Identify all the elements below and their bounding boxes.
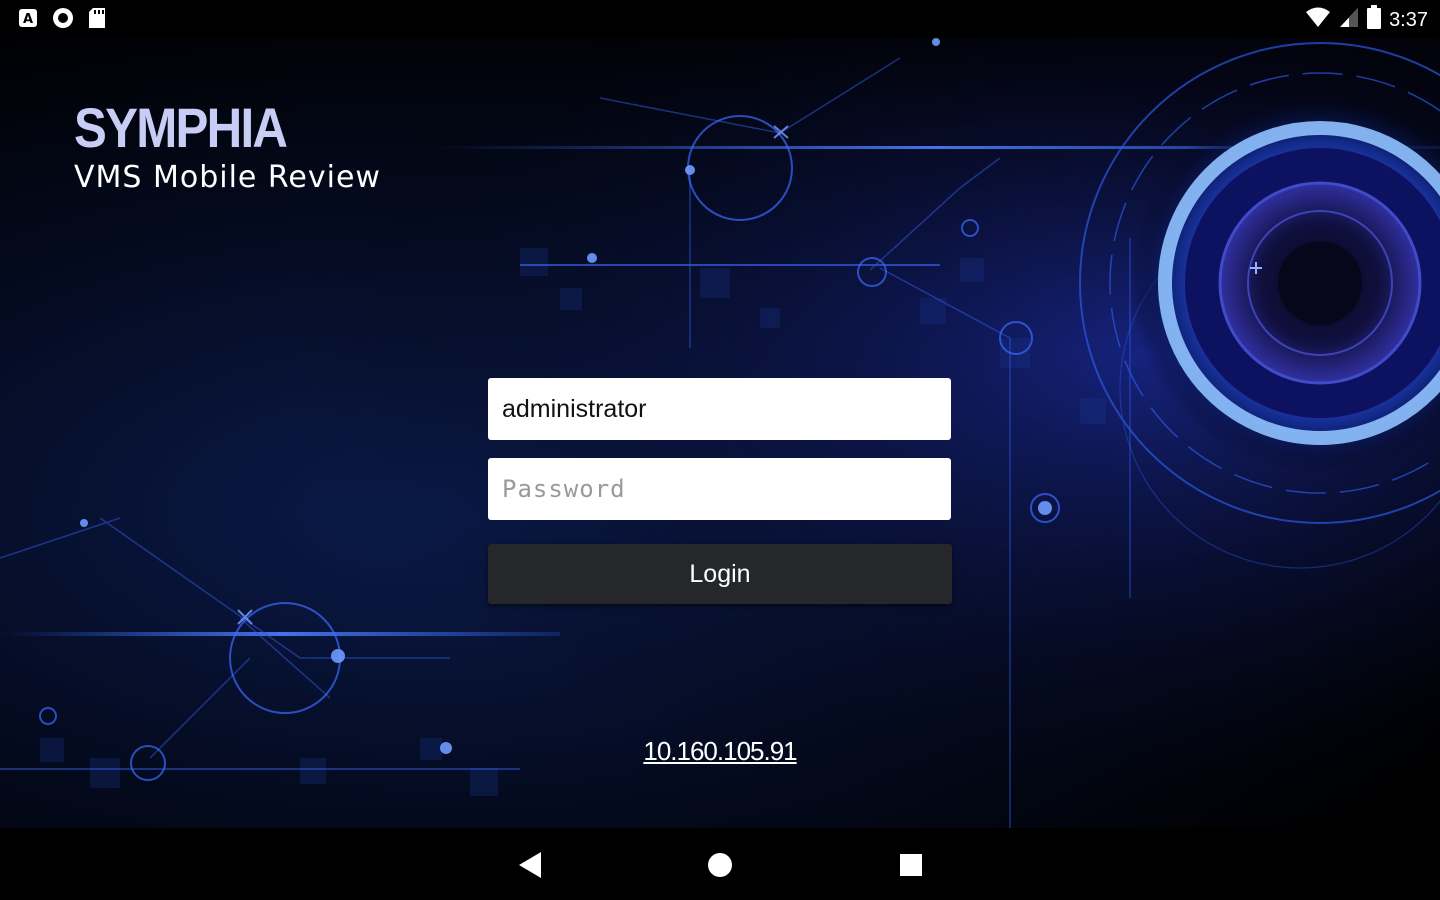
app-logo-title: SYMPHIA: [74, 96, 288, 159]
password-field[interactable]: [488, 458, 951, 520]
login-screen: A 3:37 SYMPHIA VMS Mobile Review adminis…: [0, 0, 1440, 900]
password-input[interactable]: [488, 458, 951, 520]
clock: 3:37: [1389, 8, 1428, 31]
status-bar: A 3:37: [0, 0, 1440, 38]
system-status: 3:37: [1305, 5, 1428, 34]
notification-icons: A: [18, 7, 106, 34]
battery-icon: [1367, 5, 1382, 34]
cell-signal-icon: [1339, 6, 1359, 33]
back-icon[interactable]: [513, 848, 547, 882]
username-input[interactable]: [488, 378, 951, 440]
svg-text:A: A: [23, 12, 33, 27]
wifi-icon: [1305, 6, 1331, 33]
circle-notification-icon: [52, 7, 74, 34]
a-notification-icon: A: [18, 8, 38, 33]
navigation-bar: [0, 828, 1440, 900]
login-button[interactable]: Login: [488, 544, 952, 604]
server-address-link[interactable]: 10.160.105.91: [0, 736, 1440, 767]
app-subtitle: VMS Mobile Review: [74, 160, 381, 195]
recents-icon[interactable]: [894, 848, 928, 882]
username-field[interactable]: [488, 378, 951, 440]
sd-card-icon: [88, 7, 106, 34]
home-icon[interactable]: [703, 848, 737, 882]
